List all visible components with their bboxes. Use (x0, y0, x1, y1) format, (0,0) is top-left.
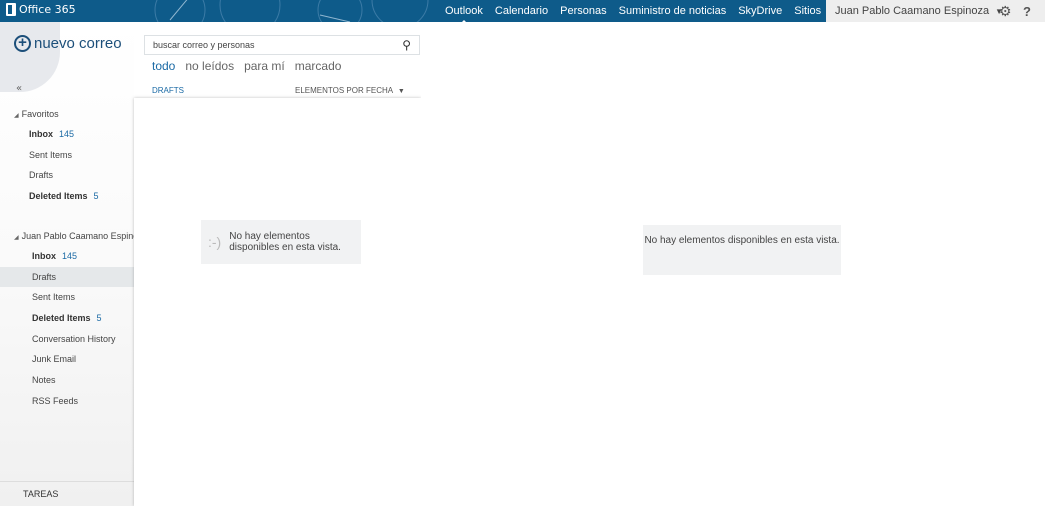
folder-label: Inbox (32, 251, 56, 261)
filter-flagged[interactable]: marcado (295, 59, 342, 73)
nav-skydrive[interactable]: SkyDrive (732, 5, 788, 17)
search-icon[interactable]: ⚲ (402, 36, 411, 54)
smiley-icon: :-) (208, 234, 222, 250)
user-menu[interactable]: Juan Pablo Caamano Espinoza ▼ ⚙ ? (826, 0, 1045, 22)
new-mail-label: nuevo correo (34, 35, 122, 52)
folder-drafts[interactable]: Drafts (0, 165, 134, 186)
filter-unread[interactable]: no leídos (185, 59, 234, 73)
folder-label: Sent Items (32, 292, 76, 303)
folder-label: Deleted Items (32, 313, 91, 324)
sort-label: ELEMENTOS POR FECHA (295, 86, 393, 95)
unread-count: 145 (62, 251, 78, 261)
empty-list-message: :-) No hay elementos disponibles en esta … (201, 220, 361, 264)
folder-label: Drafts (29, 170, 54, 181)
favorites-label: Favoritos (21, 109, 59, 119)
unread-count: 5 (93, 191, 99, 202)
favorites-header[interactable]: ◢ Favoritos (0, 104, 134, 124)
filter-tabs: todo no leídos para mí marcado (152, 59, 341, 73)
unread-count: 5 (96, 313, 102, 324)
office-icon (6, 3, 16, 16)
message-list (134, 98, 421, 506)
mailbox-header[interactable]: ◢Juan Pablo Caamano Espinoza (0, 226, 134, 246)
mailbox-tree: ◢Juan Pablo Caamano Espinoza Inbox 145 Dr… (0, 226, 134, 412)
folder-notes[interactable]: Notes (0, 370, 134, 391)
expand-icon: ◢ (14, 113, 19, 119)
chevron-down-icon: ▼ (397, 88, 405, 95)
folder-label: Drafts (32, 271, 57, 282)
folder-label: Inbox (29, 129, 53, 139)
folder-inbox[interactable]: Inbox 145 (0, 246, 134, 267)
new-mail-button[interactable]: + nuevo correo (14, 35, 122, 52)
search-placeholder: buscar correo y personas (153, 40, 255, 50)
current-folder-label: DRAFTS (152, 86, 184, 95)
folder-label: Junk Email (32, 354, 77, 365)
folder-rss-feeds[interactable]: RSS Feeds (0, 391, 134, 412)
top-nav: Outlook Calendario Personas Suministro d… (439, 0, 851, 22)
folder-label: Sent Items (29, 149, 73, 160)
folder-sent-items[interactable]: Sent Items (0, 287, 134, 308)
folder-label: Conversation History (32, 333, 116, 344)
header-decoration (154, 0, 429, 22)
nav-sitios[interactable]: Sitios (788, 5, 827, 17)
folder-inbox[interactable]: Inbox 145 (0, 124, 134, 145)
folder-sent-items[interactable]: Sent Items (0, 145, 134, 166)
plus-icon: + (14, 35, 31, 52)
expand-icon: ◢ (14, 235, 19, 241)
folder-deleted-items[interactable]: Deleted Items 5 (0, 186, 134, 207)
folder-label: Notes (32, 375, 56, 386)
brand-label: Office 365 (19, 3, 76, 16)
empty-reading-message: No hay elementos disponibles en esta vis… (643, 225, 841, 275)
folder-label: Deleted Items (29, 191, 88, 202)
folder-conversation-history[interactable]: Conversation History (0, 329, 134, 350)
folder-deleted-items[interactable]: Deleted Items 5 (0, 308, 134, 329)
nav-outlook[interactable]: Outlook (439, 5, 489, 22)
nav-calendario[interactable]: Calendario (489, 5, 554, 17)
mailbox-label: Juan Pablo Caamano Espinoza (21, 231, 134, 241)
nav-newsfeed[interactable]: Suministro de noticias (613, 5, 733, 17)
collapse-button[interactable]: « (16, 83, 22, 94)
user-name: Juan Pablo Caamano Espinoza (835, 5, 990, 17)
folder-drafts[interactable]: Drafts (0, 266, 134, 288)
office365-logo[interactable]: Office 365 (6, 3, 76, 16)
folder-label: RSS Feeds (32, 395, 79, 406)
sort-dropdown[interactable]: ELEMENTOS POR FECHA ▼ (295, 86, 405, 95)
tasks-link[interactable]: TAREAS (0, 481, 134, 506)
empty-text: No hay elementos disponibles en esta vis… (229, 231, 341, 253)
help-icon[interactable]: ? (1023, 4, 1031, 19)
search-input[interactable]: buscar correo y personas ⚲ (144, 35, 420, 55)
folder-junk-email[interactable]: Junk Email (0, 349, 134, 370)
filter-to-me[interactable]: para mí (244, 59, 285, 73)
nav-personas[interactable]: Personas (554, 5, 612, 17)
filter-all[interactable]: todo (152, 59, 175, 73)
favorites-tree: ◢ Favoritos Inbox 145 Sent Items Drafts De… (0, 104, 134, 207)
unread-count: 145 (59, 129, 75, 139)
gear-icon[interactable]: ⚙ (999, 3, 1012, 20)
